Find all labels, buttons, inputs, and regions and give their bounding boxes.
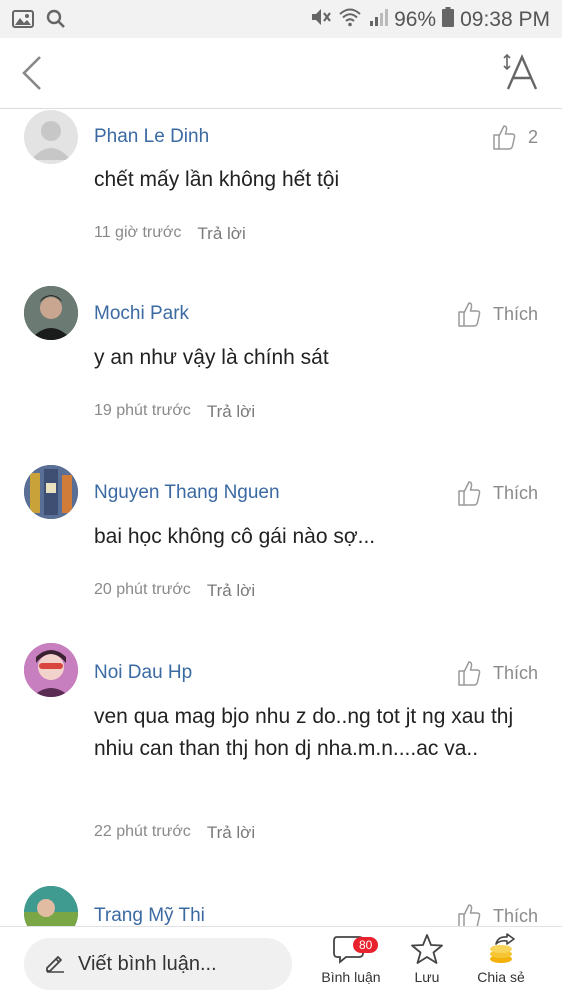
like-label: Thích — [492, 662, 538, 683]
like-count: 2 — [527, 126, 538, 147]
user-photo-icon — [24, 643, 78, 697]
font-size-button[interactable] — [502, 52, 542, 94]
star-icon — [411, 934, 443, 964]
font-size-icon — [503, 53, 538, 90]
reply-button[interactable]: Trả lời — [197, 224, 245, 244]
like-button[interactable]: 2 — [492, 124, 538, 150]
comment-time: 19 phút trước — [94, 402, 191, 419]
comment-text: chết mấy lần không hết tội — [94, 168, 340, 191]
battery-icon — [442, 7, 455, 33]
comment-meta: 20 phút trước Trả lời — [94, 581, 255, 601]
reply-button[interactable]: Trả lời — [207, 581, 255, 601]
comment-meta: 19 phút trước Trả lời — [94, 402, 255, 422]
reply-button[interactable]: Trả lời — [207, 823, 255, 843]
user-photo-icon — [24, 886, 78, 926]
thumbs-up-icon — [458, 904, 481, 926]
comment-text: y an như vậy là chính sát — [94, 346, 329, 369]
signal-icon — [368, 7, 389, 33]
bottom-bar: Viết bình luận... 80 Bình luận Lưu Chia … — [0, 926, 562, 1001]
share-button[interactable]: Chia sẻ — [465, 933, 537, 985]
comment-text: bai học không cô gái nào sợ... — [94, 525, 376, 548]
avatar[interactable] — [24, 643, 78, 697]
comment-meta: 22 phút trước Trả lời — [94, 823, 255, 843]
wifi-icon — [338, 7, 362, 33]
like-button[interactable]: Thích — [457, 660, 538, 686]
comment-text: ven qua mag bjo nhu z do..ng tot jt ng x… — [94, 705, 514, 760]
user-photo-icon — [24, 286, 78, 340]
thumbs-up-icon — [458, 481, 481, 506]
default-avatar-icon — [31, 121, 71, 160]
thumbs-up-icon — [458, 661, 481, 686]
comment-time: 20 phút trước — [94, 581, 191, 598]
comment-author[interactable]: Phan Le Dinh — [94, 126, 209, 148]
pencil-icon — [44, 951, 66, 978]
comments-label: Bình luận — [321, 969, 381, 985]
thumbs-up-icon — [493, 125, 516, 150]
save-label: Lưu — [414, 969, 440, 985]
comment-author[interactable]: Trang Mỹ Thi — [94, 905, 205, 926]
like-button[interactable]: Thích — [457, 903, 538, 926]
comment-author[interactable]: Mochi Park — [94, 303, 189, 325]
thumbs-up-icon — [458, 302, 481, 327]
comment-count-badge: 80 — [353, 937, 379, 953]
back-button[interactable] — [18, 54, 48, 92]
share-coins-icon — [490, 933, 515, 963]
comment-input-placeholder: Viết bình luận... — [78, 952, 217, 975]
avatar[interactable] — [24, 110, 78, 164]
save-button[interactable]: Lưu — [391, 933, 463, 985]
gallery-icon — [12, 10, 34, 33]
user-photo-icon — [24, 465, 78, 519]
status-bar: 96% 09:38 PM — [0, 0, 562, 38]
top-bar — [0, 38, 562, 109]
battery-percent: 96% — [394, 8, 437, 31]
comment-meta: 11 giờ trước Trả lời — [94, 224, 246, 244]
comment-input[interactable]: Viết bình luận... — [24, 938, 292, 990]
like-label: Thích — [492, 303, 538, 324]
reply-button[interactable]: Trả lời — [207, 402, 255, 422]
share-label: Chia sẻ — [477, 969, 525, 985]
comment-author[interactable]: Noi Dau Hp — [94, 662, 192, 684]
like-label: Thích — [492, 482, 538, 503]
mute-icon — [310, 7, 332, 33]
avatar[interactable] — [24, 286, 78, 340]
like-label: Thích — [492, 905, 538, 926]
avatar[interactable] — [24, 465, 78, 519]
comment-author[interactable]: Nguyen Thang Nguen — [94, 482, 280, 504]
like-button[interactable]: Thích — [457, 301, 538, 327]
search-icon — [46, 9, 66, 34]
like-button[interactable]: Thích — [457, 480, 538, 506]
comments-tab[interactable]: 80 Bình luận — [315, 933, 387, 985]
comment-time: 22 phút trước — [94, 823, 191, 840]
comment-time: 11 giờ trước — [94, 224, 182, 241]
chevron-left-icon — [22, 56, 41, 90]
comment-list: Phan Le Dinh 2 chết mấy lần không hết tộ… — [0, 108, 562, 926]
avatar[interactable] — [24, 886, 78, 926]
clock: 09:38 PM — [460, 8, 550, 31]
